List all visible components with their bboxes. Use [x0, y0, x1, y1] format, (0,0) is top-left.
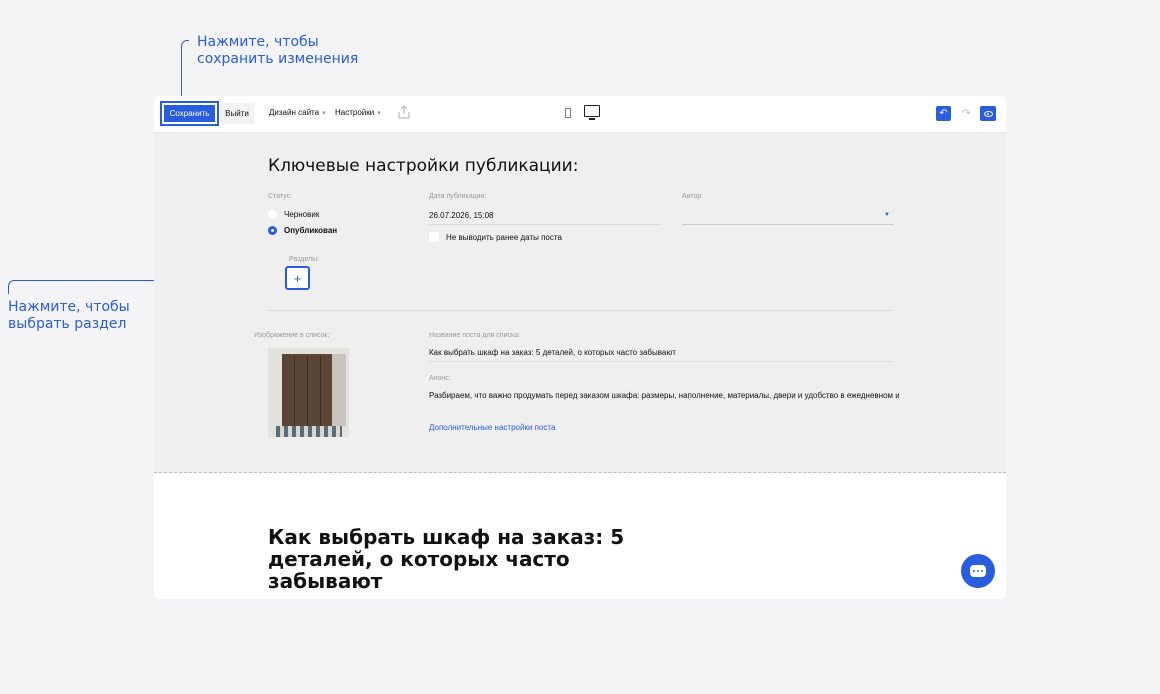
save-callout-line: [181, 40, 189, 98]
chevron-down-icon: ▾: [377, 110, 381, 117]
announce-input[interactable]: Разбираем, что важно продумать перед зак…: [429, 391, 899, 400]
tile-floor: [276, 426, 342, 437]
publish-date-input[interactable]: 26.07.2026, 15:08: [429, 211, 661, 225]
wardrobe-stripe: [294, 356, 295, 426]
section-callout: Нажмите, чтобы выбрать раздел: [8, 299, 130, 332]
hide-date-option[interactable]: Не выводить ранее даты поста: [429, 232, 562, 242]
panel-title: Ключевые настройки публикации:: [268, 156, 579, 176]
wall-light: [332, 354, 346, 426]
status-label: Статус:: [268, 193, 293, 200]
settings-menu[interactable]: Настройки ▾: [335, 108, 381, 117]
sections-label: Разделы:: [289, 256, 320, 263]
list-image-label: Изображение в список:: [254, 332, 330, 339]
publish-date-label: Дата публикации:: [429, 193, 487, 200]
undo-button[interactable]: ↶: [936, 106, 951, 121]
chevron-down-icon: ▼: [884, 212, 890, 218]
chevron-down-icon: ▾: [322, 110, 326, 117]
eye-icon: [983, 110, 993, 117]
preview-button[interactable]: [980, 106, 996, 121]
upload-icon[interactable]: [397, 105, 411, 121]
post-heading: Как выбрать шкаф на заказ: 5 деталей, о …: [268, 525, 625, 593]
announce-label: Анонс:: [429, 375, 451, 382]
post-title-label: Название поста для списка:: [429, 332, 521, 339]
status-option-published[interactable]: Опубликован: [268, 226, 337, 235]
settings-label: Настройки: [335, 108, 375, 117]
post-title-input[interactable]: Как выбрать шкаф на заказ: 5 деталей, о …: [429, 348, 893, 362]
status-option-label: Опубликован: [284, 226, 338, 235]
redo-button[interactable]: ↷: [959, 106, 974, 121]
radio-unchecked-icon: [268, 210, 277, 219]
post-thumbnail[interactable]: [268, 348, 349, 437]
editor-toolbar: Сохранить Выйти Дизайн сайта ▾ Настройки ▾…: [154, 96, 1006, 133]
desktop-view-icon[interactable]: [584, 105, 600, 120]
hide-date-label: Не выводить ранее даты поста: [446, 232, 562, 242]
add-section-button[interactable]: +: [285, 266, 310, 290]
chat-button[interactable]: [961, 554, 995, 588]
wardrobe-stripe: [320, 356, 321, 426]
site-design-label: Дизайн сайта: [269, 108, 320, 117]
editor-frame: Сохранить Выйти Дизайн сайта ▾ Настройки ▾…: [154, 96, 1006, 599]
site-design-menu[interactable]: Дизайн сайта ▾: [269, 108, 326, 117]
wardrobe-stripe: [307, 356, 308, 426]
exit-button[interactable]: Выйти: [220, 103, 254, 124]
status-option-label: Черновик: [284, 210, 320, 219]
status-option-draft[interactable]: Черновик: [268, 210, 319, 219]
save-button[interactable]: Сохранить: [160, 101, 219, 126]
checkbox-icon: [429, 232, 439, 242]
chat-icon: [970, 565, 986, 577]
save-callout: Нажмите, чтобы сохранить изменения: [197, 34, 359, 67]
author-label: Автор:: [682, 193, 704, 200]
mobile-view-icon[interactable]: [565, 108, 571, 118]
publication-settings-panel: Ключевые настройки публикации: Статус: Ч…: [154, 133, 1006, 473]
divider: [268, 310, 893, 311]
more-post-settings-link[interactable]: Дополнительные настройки поста: [429, 423, 555, 432]
radio-checked-icon: [268, 226, 277, 235]
author-select[interactable]: ▼: [682, 211, 893, 225]
